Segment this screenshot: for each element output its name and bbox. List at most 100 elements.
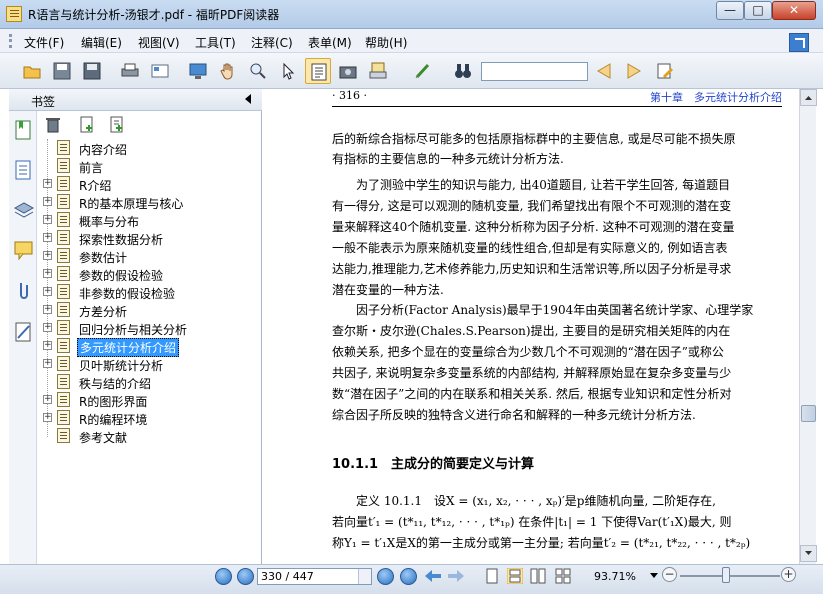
full-screen-icon[interactable] [185, 58, 211, 84]
minimize-button[interactable]: — [716, 1, 744, 20]
menu-form[interactable]: 表单(M) [308, 34, 352, 51]
expand-toggle-icon[interactable]: + [43, 287, 52, 296]
zoom-in-button[interactable]: + [781, 567, 796, 582]
find-input[interactable] [481, 62, 588, 81]
delete-bookmark-icon[interactable] [45, 116, 61, 133]
bookmark-item[interactable]: + 参数估计 [37, 247, 262, 265]
expand-toggle-icon[interactable]: + [43, 413, 52, 422]
expand-toggle-icon[interactable]: + [43, 323, 52, 332]
next-page-icon[interactable] [377, 568, 394, 585]
bookmark-item[interactable]: + 贝叶斯统计分析 [37, 355, 262, 373]
close-button[interactable]: ✕ [772, 1, 816, 20]
expand-toggle-icon[interactable]: + [43, 179, 52, 188]
bookmark-item[interactable]: + R的图形界面 [37, 391, 262, 409]
zoom-slider-track[interactable] [680, 575, 780, 577]
bookmark-item[interactable]: + 探索性数据分析 [37, 229, 262, 247]
bookmark-item[interactable]: + 非参数的假设检验 [37, 283, 262, 301]
new-child-bookmark-icon[interactable] [109, 116, 125, 133]
zoom-dropdown-icon[interactable] [650, 573, 658, 578]
bookmark-label[interactable]: 概率与分布 [77, 213, 141, 230]
bookmark-label[interactable]: R的基本原理与核心 [77, 195, 185, 212]
previous-page-icon[interactable] [237, 568, 254, 585]
vertical-scrollbar[interactable] [799, 89, 817, 564]
expand-toggle-icon[interactable]: + [43, 395, 52, 404]
save-all-icon[interactable] [79, 58, 105, 84]
scroll-up-icon[interactable] [800, 89, 817, 106]
expand-toggle-icon[interactable]: + [43, 233, 52, 242]
menu-file[interactable]: 文件(F) [24, 34, 64, 51]
properties-icon[interactable] [147, 58, 173, 84]
bookmark-label[interactable]: 秩与结的介绍 [77, 375, 153, 392]
expand-icon[interactable] [789, 33, 809, 52]
pages-panel-icon[interactable] [13, 159, 34, 181]
expand-toggle-icon[interactable]: + [43, 215, 52, 224]
facing-pages-icon[interactable] [530, 568, 546, 584]
bookmark-label[interactable]: 参考文献 [77, 429, 129, 446]
select-arrow-icon[interactable] [275, 58, 301, 84]
expand-toggle-icon[interactable]: + [43, 197, 52, 206]
prev-find-icon[interactable] [591, 58, 617, 84]
bookmark-item[interactable]: + 方差分析 [37, 301, 262, 319]
zoom-out-button[interactable]: − [662, 567, 677, 582]
sign-icon[interactable] [410, 58, 436, 84]
expand-toggle-icon[interactable]: + [43, 251, 52, 260]
bookmark-label[interactable]: 内容介绍 [77, 141, 129, 158]
page-number-input[interactable]: 330 / 447 [257, 568, 372, 585]
expand-toggle-icon[interactable]: + [43, 305, 52, 314]
bookmark-item[interactable]: + 概率与分布 [37, 211, 262, 229]
last-page-icon[interactable] [400, 568, 417, 585]
bookmark-label[interactable]: 回归分析与相关分析 [77, 321, 189, 338]
bookmark-item[interactable]: + R的基本原理与核心 [37, 193, 262, 211]
signatures-panel-icon[interactable] [13, 321, 34, 343]
comments-panel-icon[interactable] [13, 239, 34, 261]
print-icon[interactable] [117, 58, 143, 84]
binoculars-icon[interactable] [450, 58, 476, 84]
first-page-icon[interactable] [215, 568, 232, 585]
bookmark-item[interactable]: 秩与结的介绍 [37, 373, 262, 391]
zoom-tool-icon[interactable] [245, 58, 271, 84]
bookmark-item[interactable]: + R介绍 [37, 175, 262, 193]
bookmarks-panel-icon[interactable] [13, 119, 34, 141]
continuous-page-icon[interactable] [507, 568, 523, 584]
page-dropdown-icon[interactable] [358, 569, 371, 584]
bookmark-label[interactable]: R的图形界面 [77, 393, 149, 410]
next-find-icon[interactable] [621, 58, 647, 84]
layers-panel-icon[interactable] [13, 199, 34, 221]
menu-comment[interactable]: 注释(C) [251, 34, 293, 51]
maximize-button[interactable]: □ [744, 1, 772, 20]
bookmark-label[interactable]: 参数估计 [77, 249, 129, 266]
bookmark-label[interactable]: R的编程环境 [77, 411, 149, 428]
bookmark-label[interactable]: 贝叶斯统计分析 [77, 357, 165, 374]
expand-toggle-icon[interactable]: + [43, 341, 52, 350]
snapshot-icon[interactable] [335, 58, 361, 84]
bookmark-label[interactable]: 探索性数据分析 [77, 231, 165, 248]
menu-view[interactable]: 视图(V) [138, 34, 180, 51]
bookmark-label[interactable]: 前言 [77, 159, 105, 176]
bookmark-label[interactable]: 参数的假设检验 [77, 267, 165, 284]
collapse-panel-icon[interactable] [245, 94, 251, 104]
bookmark-item[interactable]: + 回归分析与相关分析 [37, 319, 262, 337]
open-folder-icon[interactable] [19, 58, 45, 84]
forward-arrow-icon[interactable] [447, 568, 465, 584]
text-select-icon[interactable] [305, 58, 331, 84]
zoom-value[interactable]: 93.71% [594, 570, 636, 583]
scroll-thumb[interactable] [801, 405, 816, 422]
continuous-facing-icon[interactable] [555, 568, 571, 584]
menu-edit[interactable]: 编辑(E) [81, 34, 122, 51]
bookmark-label[interactable]: 非参数的假设检验 [77, 285, 177, 302]
rms-icon[interactable] [365, 58, 391, 84]
attachments-panel-icon[interactable] [13, 279, 34, 301]
bookmark-item[interactable]: 内容介绍 [37, 139, 262, 157]
hand-tool-icon[interactable] [215, 58, 241, 84]
menu-tools[interactable]: 工具(T) [195, 34, 236, 51]
highlight-pen-icon[interactable] [652, 58, 678, 84]
menu-help[interactable]: 帮助(H) [365, 34, 407, 51]
bookmark-label[interactable]: 方差分析 [77, 303, 129, 320]
save-icon[interactable] [49, 58, 75, 84]
back-arrow-icon[interactable] [424, 568, 442, 584]
document-view[interactable]: · 316 · 第十章 多元统计分析介绍 后的新综合指标尽可能多的包括原指标群中… [263, 89, 799, 564]
bookmark-item[interactable]: 参考文献 [37, 427, 262, 445]
bookmark-item[interactable]: + R的编程环境 [37, 409, 262, 427]
bookmark-item-selected[interactable]: + 多元统计分析介绍 [37, 337, 262, 357]
expand-toggle-icon[interactable]: + [43, 359, 52, 368]
